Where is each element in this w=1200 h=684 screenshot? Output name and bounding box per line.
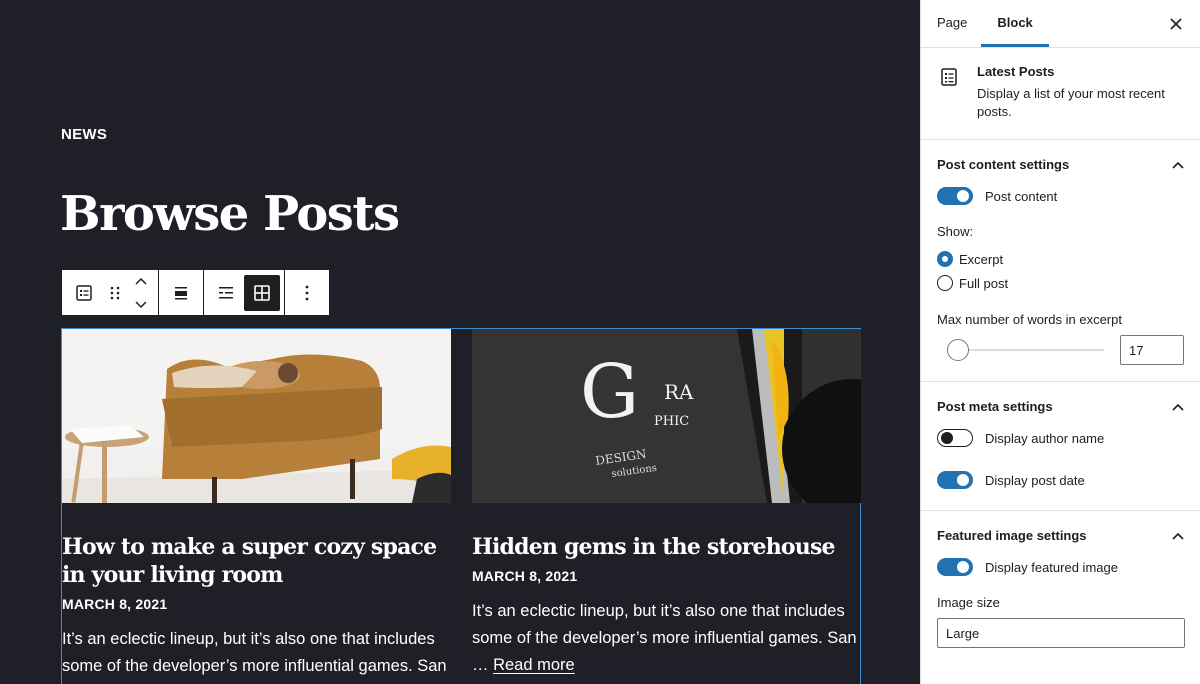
post-item: G RA PHIC DESIGN solutions Hidden gems i… xyxy=(472,329,861,679)
toolbar-group-block xyxy=(62,270,159,315)
move-up-icon[interactable] xyxy=(134,272,148,290)
toggle-row: Display author name xyxy=(937,424,1184,452)
block-card: Latest Posts Display a list of your most… xyxy=(921,48,1200,140)
editor-canvas: NEWS Browse Posts How to make a super co… xyxy=(0,0,920,684)
read-more-link[interactable]: Read more xyxy=(493,656,575,674)
words-label: Max number of words in excerpt xyxy=(937,312,1122,327)
full-post-radio[interactable] xyxy=(937,275,953,291)
panel-title: Post meta settings xyxy=(937,398,1053,414)
post-featured-image[interactable]: G RA PHIC DESIGN solutions xyxy=(472,329,861,503)
toggle-row: Display featured image xyxy=(937,553,1184,581)
chevron-up-icon xyxy=(1172,157,1184,172)
post-title[interactable]: Hidden gems in the storehouse xyxy=(472,533,861,561)
radio-label: Full post xyxy=(959,275,1009,291)
block-card-content: Latest Posts Display a list of your most… xyxy=(977,64,1184,123)
image-text-phic: PHIC xyxy=(654,414,689,429)
radio-row: Full post xyxy=(937,271,1184,295)
latest-posts-block[interactable]: How to make a super cozy space in your l… xyxy=(61,328,861,684)
list-view-icon[interactable] xyxy=(208,275,244,311)
toolbar-group-align xyxy=(159,270,204,315)
block-card-title: Latest Posts xyxy=(977,64,1055,79)
grid-view-icon[interactable] xyxy=(244,274,280,311)
toggle-label: Display post date xyxy=(985,472,1085,488)
toggle-row: Post content xyxy=(937,182,1184,210)
toggle-label: Display featured image xyxy=(985,559,1118,575)
block-toolbar xyxy=(61,269,330,316)
image-size-select[interactable]: Large xyxy=(937,618,1185,648)
post-date: MARCH 8, 2021 xyxy=(62,596,168,612)
image-letter-g: G xyxy=(580,349,639,435)
settings-sidebar: Page Block Latest Posts Display a list o… xyxy=(920,0,1200,684)
range-thumb[interactable] xyxy=(947,339,969,361)
post-date-toggle[interactable] xyxy=(937,471,973,489)
panel-title: Post content settings xyxy=(937,156,1070,172)
panel-header[interactable]: Post meta settings xyxy=(937,382,1184,430)
close-icon[interactable] xyxy=(1166,14,1186,34)
block-mover xyxy=(128,275,154,311)
toggle-row: Display post date xyxy=(937,466,1184,494)
toolbar-group-more xyxy=(285,270,329,315)
block-card-description: Display a list of your most recent posts… xyxy=(977,86,1165,119)
radio-row: Excerpt xyxy=(937,247,1184,271)
chevron-up-icon xyxy=(1172,528,1184,543)
post-featured-image[interactable] xyxy=(62,329,451,503)
range-track[interactable] xyxy=(947,339,1104,361)
more-options-icon[interactable] xyxy=(289,275,325,311)
panel-post-content-settings: Post content settings Post content Show:… xyxy=(921,140,1200,382)
panel-post-meta-settings: Post meta settings Display author name D… xyxy=(921,382,1200,511)
image-text-ra: RA xyxy=(664,380,694,404)
show-label: Show: xyxy=(937,224,974,239)
latest-posts-icon[interactable] xyxy=(66,275,102,311)
image-size-label: Image size xyxy=(937,595,1000,610)
words-range-control xyxy=(937,335,1184,365)
move-down-icon[interactable] xyxy=(134,296,148,314)
featured-image-toggle[interactable] xyxy=(937,558,973,576)
align-icon[interactable] xyxy=(163,275,199,311)
page-heading[interactable]: Browse Posts xyxy=(60,186,400,242)
toggle-label: Post content xyxy=(985,188,1058,204)
show-radio-group: Excerpt Full post xyxy=(937,247,1184,295)
sidebar-tabs: Page Block xyxy=(921,0,1200,48)
latest-posts-icon xyxy=(937,65,961,123)
post-date: MARCH 8, 2021 xyxy=(472,568,578,584)
section-label[interactable]: NEWS xyxy=(61,126,107,143)
tab-page[interactable]: Page xyxy=(937,0,967,47)
excerpt-radio[interactable] xyxy=(937,251,953,267)
author-name-toggle[interactable] xyxy=(937,429,973,447)
panel-title: Featured image settings xyxy=(937,527,1087,543)
post-excerpt: It’s an eclectic lineup, but it’s also o… xyxy=(62,630,447,675)
words-number-input[interactable] xyxy=(1120,335,1184,365)
tab-block[interactable]: Block xyxy=(981,0,1050,47)
post-title[interactable]: How to make a super cozy space in your l… xyxy=(62,533,451,589)
panel-featured-image-settings: Featured image settings Display featured… xyxy=(921,511,1200,648)
chevron-up-icon xyxy=(1172,399,1184,414)
post-item: How to make a super cozy space in your l… xyxy=(62,329,451,680)
panel-header[interactable]: Post content settings xyxy=(937,140,1184,188)
panel-header[interactable]: Featured image settings xyxy=(937,511,1184,559)
toggle-label: Display author name xyxy=(985,430,1105,446)
radio-label: Excerpt xyxy=(959,251,1004,267)
drag-handle-icon[interactable] xyxy=(102,275,128,311)
post-content-toggle[interactable] xyxy=(937,187,973,205)
toolbar-group-view xyxy=(204,270,285,315)
post-excerpt: It’s an eclectic lineup, but it’s also o… xyxy=(472,598,861,679)
